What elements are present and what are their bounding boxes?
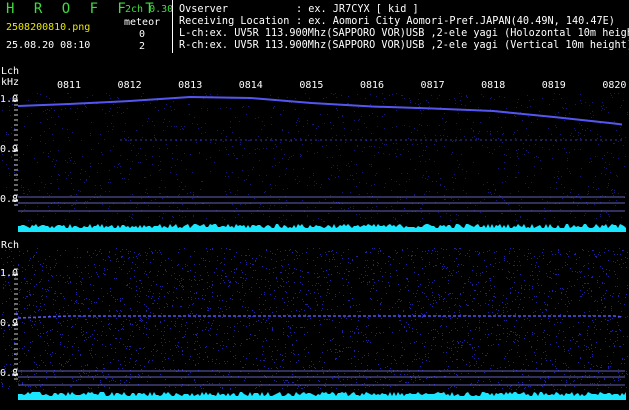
- noise-floor-lch: [18, 224, 626, 232]
- noise-floor-rch: [18, 392, 626, 400]
- noise-field-rch: [1, 248, 628, 390]
- signal-trace-lch: [17, 95, 623, 126]
- spectrogram: [1, 93, 628, 400]
- signal-trace-rch: [17, 315, 623, 319]
